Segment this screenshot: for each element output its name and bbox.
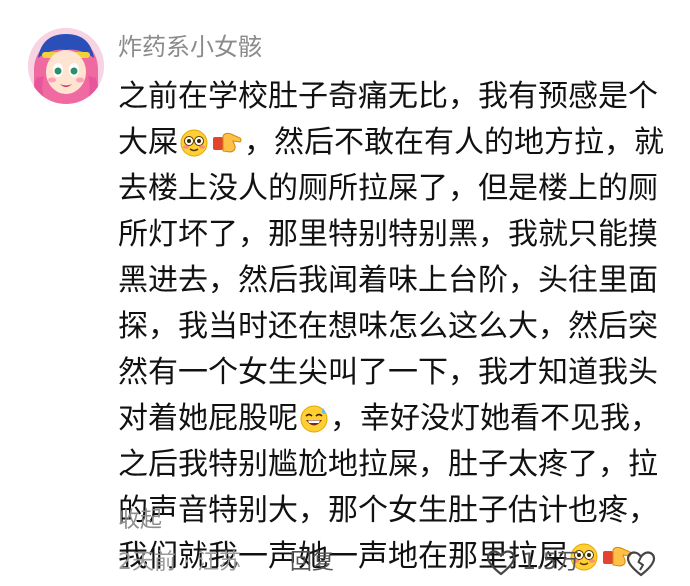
comment-time: 2天前 [118, 550, 176, 575]
comment-meta: 2天前 · 江苏 回复 [118, 548, 334, 578]
broken-heart-outline-icon [626, 551, 656, 577]
comment-text: 之前在学校肚子奇痛无比，我有预感是个 大屎 ，然后不敢在有人的地方拉，就 去楼上没… [118, 74, 678, 580]
like-button[interactable]: 1.5万 [486, 546, 579, 580]
username[interactable]: 炸药系小女骸 [118, 30, 262, 64]
collapse-button[interactable]: 收起 [118, 506, 162, 536]
comment-line: 的声音特别大，那个女生肚子估计也疼， [118, 493, 658, 528]
comment-line: 探，我当时还在想味怎么这么大，然后突 [118, 309, 658, 344]
comment-line: 所灯坏了，那里特别特别黑，我就只能摸 [118, 217, 658, 252]
heart-outline-icon [486, 550, 516, 576]
comment-item: 炸药系小女骸 之前在学校肚子奇痛无比，我有预感是个 大屎 ，然后不敢在有人的地方拉… [0, 0, 690, 585]
comment-line: 对着她屁股呢 ，幸好没灯她看不见我， [118, 396, 678, 442]
user-avatar[interactable] [28, 28, 104, 104]
comment-text-segment: ，幸好没灯她看不见我， [330, 401, 660, 436]
comment-line: 之前在学校肚子奇痛无比，我有预感是个 [118, 79, 658, 114]
like-count: 1.5万 [522, 550, 579, 575]
comment-line: 之后我特别尴尬地拉屎，肚子太疼了，拉 [118, 447, 658, 482]
comment-line: 去楼上没人的厕所拉屎了，但是楼上的厕 [118, 171, 658, 206]
comment-text-segment: 对着她屁股呢 [118, 401, 298, 436]
anime-girl-avatar-icon [28, 28, 104, 104]
meta-separator: · [183, 550, 190, 575]
reply-button[interactable]: 回复 [290, 548, 334, 578]
comment-text-segment: 大屎 [118, 125, 178, 160]
dislike-button[interactable] [624, 546, 658, 580]
comment-text-segment: ，然后不敢在有人的地方拉，就 [244, 125, 664, 160]
comment-location: 江苏 [197, 550, 242, 575]
comment-line: 黑进去，然后我闻着味上台阶，头往里面 [118, 263, 658, 298]
comment-line: 大屎 ，然后不敢在有人的地方拉，就 [118, 120, 678, 166]
comment-line: 然有一个女生尖叫了一下，我才知道我头 [118, 355, 658, 390]
